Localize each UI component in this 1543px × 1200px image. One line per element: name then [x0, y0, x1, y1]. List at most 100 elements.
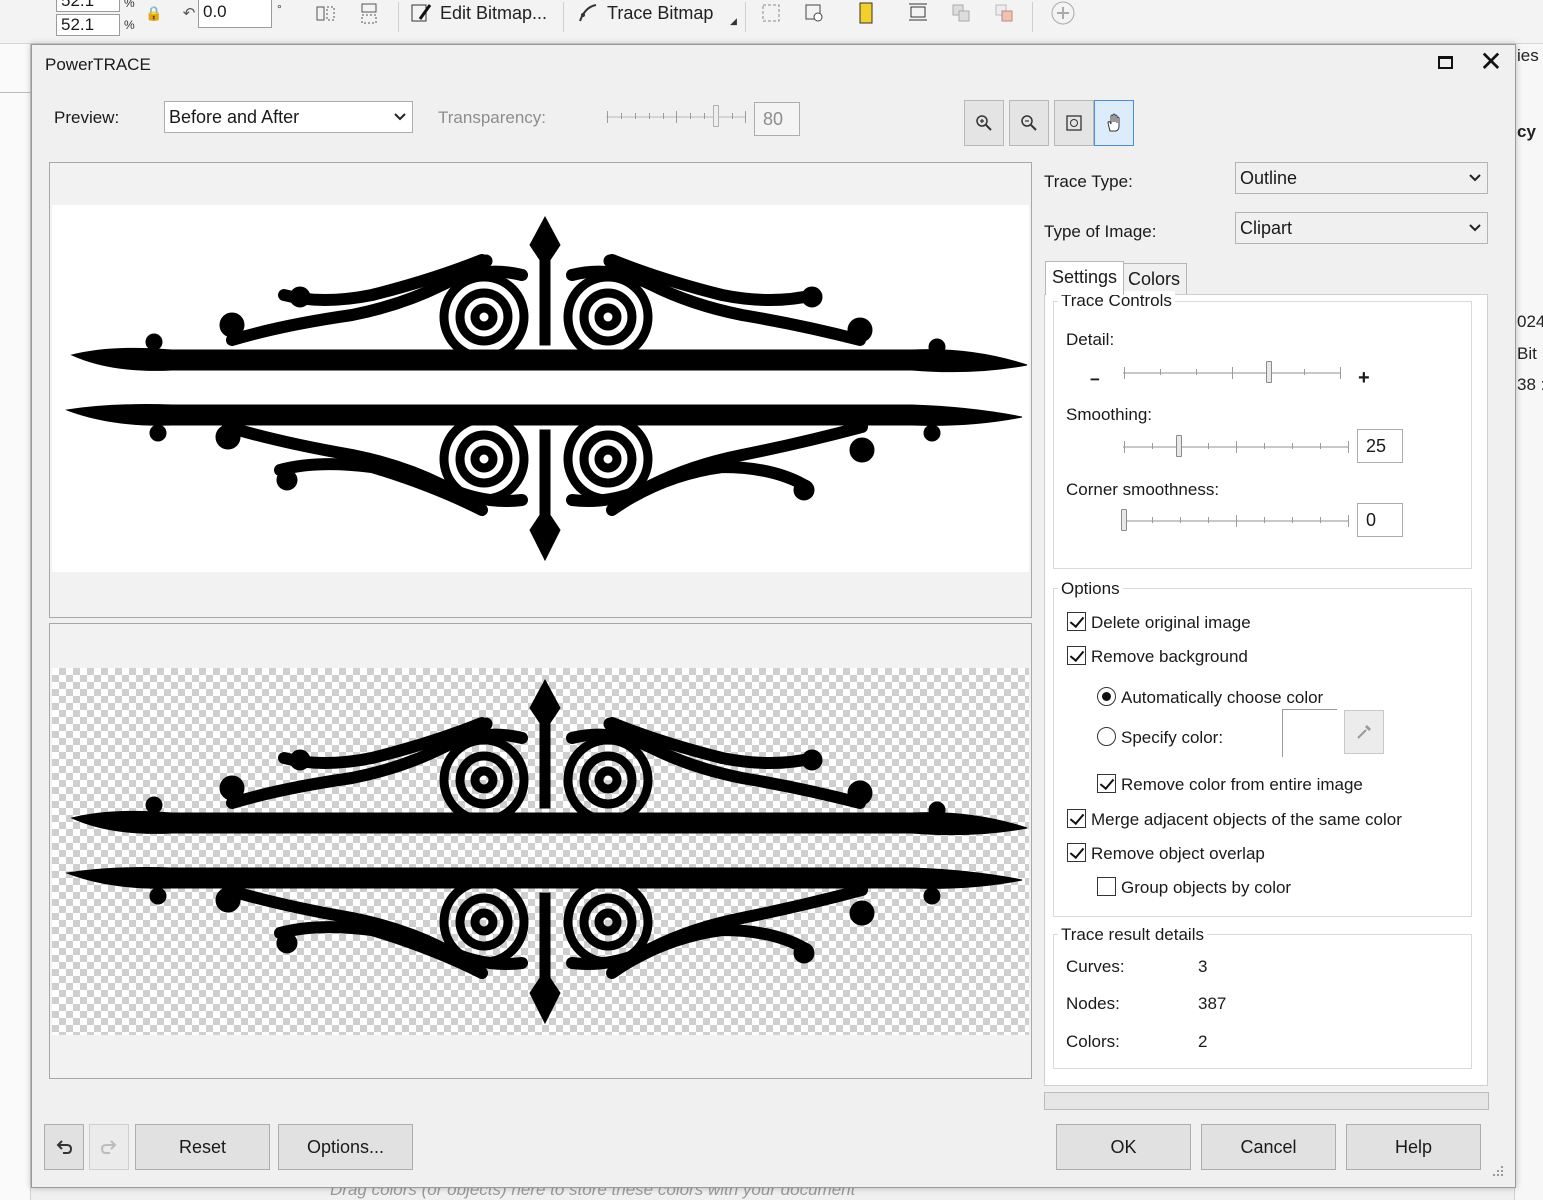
- edit-bitmap-button[interactable]: Edit Bitmap...: [410, 0, 547, 26]
- redo-icon: [100, 1140, 117, 1154]
- zoom-out-icon: [1021, 115, 1037, 131]
- chevron-down-icon: [394, 113, 406, 121]
- unit-top: %: [124, 0, 135, 10]
- scroll-ornament-original: [65, 215, 1028, 562]
- crop-bitmap-icon[interactable]: [758, 0, 784, 26]
- scroll-ornament-traced: [65, 678, 1028, 1025]
- mirror-vertical-icon[interactable]: [356, 0, 382, 26]
- auto-color-label: Automatically choose color: [1121, 688, 1324, 707]
- transparency-slider: [606, 103, 748, 131]
- pan-button[interactable]: [1094, 100, 1134, 146]
- remove-background-checkbox[interactable]: [1067, 646, 1086, 665]
- add-icon[interactable]: [1050, 0, 1076, 26]
- detail-slider[interactable]: [1123, 357, 1343, 387]
- rotation-field[interactable]: 0.0: [198, 0, 272, 28]
- resize-grip-icon[interactable]: [1490, 1163, 1504, 1177]
- arrange-back-icon: [991, 0, 1017, 26]
- color-swatch[interactable]: [1282, 709, 1337, 757]
- undo-button[interactable]: [44, 1124, 84, 1170]
- zoom-fit-button[interactable]: [1054, 100, 1094, 146]
- colors-value: 2: [1198, 1032, 1208, 1051]
- trace-type-label: Trace Type:: [1044, 172, 1133, 191]
- unit-bottom: %: [124, 18, 135, 32]
- mirror-horizontal-icon[interactable]: [312, 0, 338, 26]
- merge-adjacent-checkbox[interactable]: [1067, 809, 1086, 828]
- docker-panel: ies cy 024 Bit 38 :: [1514, 44, 1543, 1200]
- specify-color-label: Specify color:: [1121, 728, 1224, 747]
- left-toolbox: [0, 44, 31, 1200]
- smoothing-thumb[interactable]: [1176, 435, 1182, 457]
- smoothing-input[interactable]: 25: [1357, 429, 1403, 463]
- settings-panel: Trace Controls Detail: − + Smoothing: 25…: [1044, 291, 1488, 1086]
- curves-value: 3: [1198, 957, 1208, 976]
- scale-x-field[interactable]: 52.1: [56, 0, 120, 12]
- zoom-in-button[interactable]: [964, 100, 1004, 146]
- edit-bitmap-label: Edit Bitmap...: [440, 2, 548, 23]
- corner-smoothness-thumb[interactable]: [1121, 509, 1127, 531]
- remove-overlap-label: Remove object overlap: [1091, 844, 1265, 863]
- auto-color-radio[interactable]: [1097, 687, 1116, 706]
- nodes-value: 387: [1198, 994, 1227, 1013]
- app-toolbar: 52.1 52.1 % % 🔒 ↶ 0.0 ° Edit Bitmap... T…: [0, 0, 1543, 44]
- image-type-select[interactable]: Clipart: [1235, 212, 1488, 244]
- arrange-forward-icon: [948, 0, 974, 26]
- maximize-icon[interactable]: [1436, 53, 1456, 73]
- scale-y-field[interactable]: 52.1: [56, 14, 120, 36]
- delete-original-label: Delete original image: [1091, 613, 1251, 632]
- preview-value: Before and After: [169, 107, 300, 127]
- wrap-text-icon[interactable]: [906, 0, 932, 26]
- remove-color-entire-checkbox[interactable]: [1097, 774, 1116, 793]
- trace-dropdown-arrow[interactable]: ◢: [730, 16, 737, 27]
- docker-text-3: 024: [1517, 312, 1543, 331]
- corner-smoothness-input[interactable]: 0: [1357, 503, 1403, 537]
- detail-plus-icon[interactable]: +: [1358, 367, 1370, 390]
- image-type-label: Type of Image:: [1044, 222, 1157, 241]
- lock-ratio-icon[interactable]: 🔒: [141, 0, 167, 26]
- fit-icon: [1066, 115, 1082, 131]
- original-bitmap: [52, 205, 1029, 572]
- close-icon[interactable]: ✕: [1478, 48, 1504, 76]
- zoom-in-icon: [976, 115, 992, 131]
- specify-color-radio[interactable]: [1097, 727, 1116, 746]
- zoom-out-button[interactable]: [1009, 100, 1049, 146]
- detail-label: Detail:: [1066, 330, 1115, 349]
- corner-smoothness-slider[interactable]: [1121, 505, 1351, 535]
- detail-thumb[interactable]: [1266, 361, 1272, 383]
- curves-label: Curves:: [1066, 957, 1125, 976]
- preview-label: Preview:: [54, 108, 120, 127]
- trace-progress-bar: [1044, 1092, 1489, 1110]
- trace-bitmap-button[interactable]: Trace Bitmap: [577, 0, 713, 26]
- docker-text-4: Bit: [1517, 344, 1537, 363]
- cancel-button[interactable]: Cancel: [1201, 1124, 1336, 1170]
- options-title: Options: [1058, 579, 1123, 599]
- smoothing-slider[interactable]: [1123, 431, 1351, 461]
- trace-type-select[interactable]: Outline: [1235, 162, 1488, 194]
- chevron-down-icon: [1469, 224, 1481, 232]
- remove-overlap-checkbox[interactable]: [1067, 843, 1086, 862]
- group-by-color-checkbox[interactable]: [1097, 877, 1116, 896]
- eyedropper-button[interactable]: [1344, 710, 1384, 754]
- resample-icon[interactable]: [801, 0, 827, 26]
- ok-button[interactable]: OK: [1056, 1124, 1191, 1170]
- trace-result-preview: [52, 668, 1029, 1035]
- after-preview-pane[interactable]: [49, 623, 1032, 1079]
- merge-adjacent-label: Merge adjacent objects of the same color: [1091, 810, 1402, 829]
- options-button[interactable]: Options...: [278, 1124, 413, 1170]
- docker-text-5: 38 :: [1517, 375, 1543, 394]
- tab-settings[interactable]: Settings: [1045, 261, 1125, 295]
- redo-button: [89, 1124, 129, 1170]
- trace-bitmap-label: Trace Bitmap: [607, 2, 714, 23]
- help-button[interactable]: Help: [1346, 1124, 1481, 1170]
- trace-results-title: Trace result details: [1058, 925, 1207, 945]
- bitmap-color-mask-icon[interactable]: [853, 0, 879, 26]
- group-by-color-label: Group objects by color: [1121, 878, 1292, 897]
- dialog-title: PowerTRACE: [45, 55, 151, 74]
- reset-button[interactable]: Reset: [135, 1124, 270, 1170]
- rotation-unit: °: [277, 2, 282, 16]
- chevron-down-icon: [1469, 174, 1481, 182]
- delete-original-checkbox[interactable]: [1067, 612, 1086, 631]
- detail-minus-icon[interactable]: −: [1090, 370, 1100, 390]
- before-preview-pane[interactable]: [49, 162, 1032, 618]
- docker-text-2: cy: [1517, 122, 1536, 141]
- preview-select[interactable]: Before and After: [164, 101, 413, 133]
